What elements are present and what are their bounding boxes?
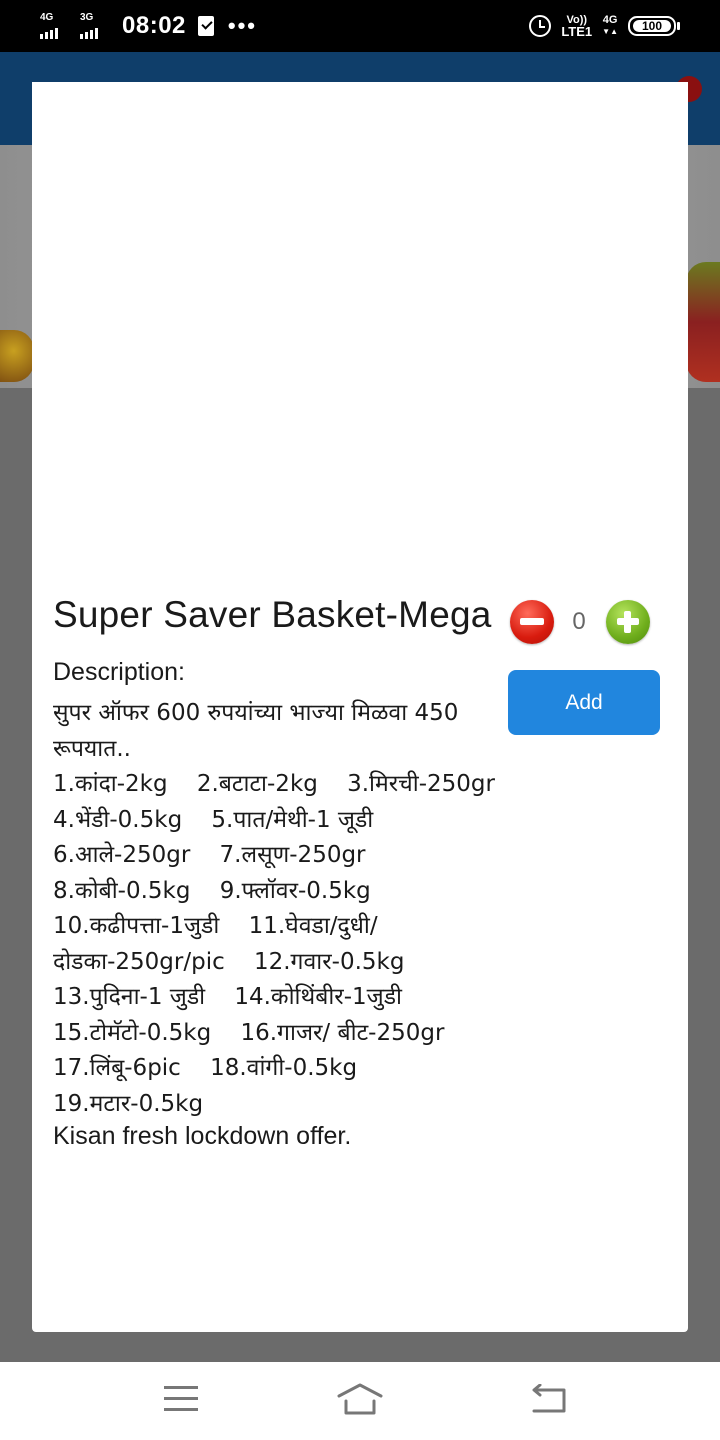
alarm-icon (529, 15, 552, 37)
battery-icon: 100 (628, 16, 680, 36)
menu-icon[interactable] (164, 1386, 198, 1412)
product-image (32, 82, 688, 582)
plus-circle-icon[interactable] (606, 600, 650, 644)
network-type-2: 3G (80, 12, 94, 23)
home-icon[interactable] (336, 1382, 384, 1416)
battery-level: 100 (633, 20, 671, 32)
banner-fruit-right (686, 262, 720, 382)
description-label: Description: (53, 658, 185, 686)
volte-indicator: Vo)) LTE1 (561, 15, 593, 39)
product-dialog: Super Saver Basket-Mega 0 Add Descriptio… (32, 82, 688, 1332)
signal-1-icon: 4G (38, 11, 72, 41)
product-title: Super Saver Basket-Mega (53, 594, 492, 635)
description-footer: Kisan fresh lockdown offer. (53, 1122, 352, 1150)
banner-fruit-left (0, 330, 34, 382)
network-type-1: 4G (40, 12, 54, 23)
minus-circle-icon[interactable] (510, 600, 554, 644)
back-icon[interactable] (528, 1384, 568, 1414)
volte-bottom: LTE1 (561, 24, 593, 39)
description-text: सुपर ऑफर 600 रुपयांच्या भाज्या मिळवा 450… (53, 700, 495, 1117)
navigation-bar (0, 1362, 720, 1440)
more-notifications-icon: ••• (227, 13, 257, 38)
signal-2-icon: 3G (78, 11, 112, 41)
task-check-icon (197, 16, 214, 36)
add-button[interactable]: Add (508, 670, 660, 735)
data-indicator: 4G ▼▲ (602, 14, 618, 37)
status-bar: 4G 3G 08:02 ••• Vo)) LTE1 4G ▼▲ 100 (0, 0, 720, 52)
clock: 08:02 (122, 12, 186, 39)
quantity-value: 0 (572, 608, 586, 635)
data-network-type: 4G (602, 14, 618, 26)
